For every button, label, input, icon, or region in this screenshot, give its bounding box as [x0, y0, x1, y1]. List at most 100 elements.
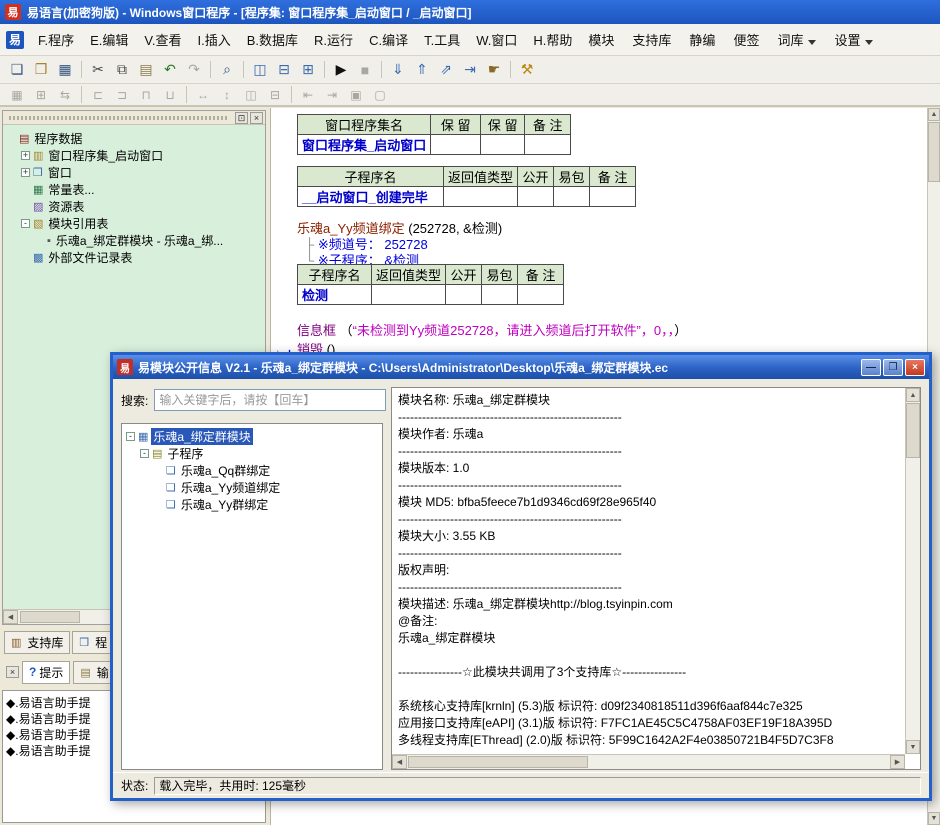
- tree-item[interactable]: ▤ 程序数据: [5, 130, 263, 147]
- tree-item[interactable]: ❏ 乐魂a_Qq群绑定: [124, 462, 380, 479]
- menu-item-right[interactable]: 模块: [580, 25, 622, 54]
- menu-item-right[interactable]: 支持库: [624, 25, 679, 54]
- table-cell[interactable]: 窗口程序集_启动窗口: [296, 134, 432, 155]
- menu-item-right[interactable]: 静编: [681, 25, 723, 54]
- code-line-msgbox[interactable]: 信息框 （“未检测到Yy频道252728，请进入频道后打开软件”，0，，）: [297, 320, 687, 338]
- module-info-panel[interactable]: 模块名称: 乐魂a_绑定群模块 -------------------------…: [391, 387, 921, 770]
- tree-item[interactable]: ▪ 乐魂a_绑定群模块 - 乐魂a_绑...: [5, 232, 263, 249]
- search-input[interactable]: [154, 389, 387, 411]
- scroll-thumb[interactable]: [906, 403, 920, 458]
- menu-item-right[interactable]: 词库: [769, 25, 824, 54]
- step-into-button[interactable]: ⇓: [386, 59, 410, 80]
- menu-item[interactable]: W.窗口: [468, 25, 525, 54]
- table-cell[interactable]: 检测: [297, 284, 372, 305]
- menu-item-right[interactable]: 设置: [826, 25, 881, 54]
- table-cell[interactable]: [445, 284, 483, 305]
- menu-item[interactable]: R.运行: [306, 25, 361, 54]
- tree-item[interactable]: ▨ 资源表: [5, 198, 263, 215]
- table-cell[interactable]: [370, 284, 447, 305]
- dock-pin-button[interactable]: ⊡: [235, 111, 248, 124]
- tree-item[interactable]: - ▦ 乐魂a_绑定群模块: [124, 428, 380, 445]
- tree-item[interactable]: ❏ 乐魂a_Yy群绑定: [124, 496, 380, 513]
- panel-close-button[interactable]: ×: [250, 111, 263, 124]
- scroll-thumb[interactable]: [20, 611, 80, 623]
- find-button[interactable]: ⌕: [215, 59, 239, 80]
- view-form-button[interactable]: ⊞: [296, 59, 320, 80]
- pan-hand-button[interactable]: ☛: [482, 59, 506, 80]
- menu-item[interactable]: V.查看: [136, 25, 189, 54]
- info-vscrollbar[interactable]: ▲ ▼: [905, 388, 920, 754]
- drag-grip[interactable]: [9, 115, 229, 120]
- step-over-button[interactable]: ⇑: [410, 59, 434, 80]
- scroll-right-button[interactable]: ▶: [890, 755, 905, 769]
- dialog-titlebar[interactable]: 易 易模块公开信息 V2.1 - 乐魂a_绑定群模块 - C:\Users\Ad…: [113, 355, 929, 379]
- table-cell[interactable]: [481, 284, 519, 305]
- toolbar-separator: [243, 61, 244, 78]
- hint-close-button[interactable]: ×: [6, 666, 19, 678]
- new-button[interactable]: ❏: [5, 59, 29, 80]
- code-line-module-call[interactable]: 乐魂a_Yy频道绑定 (252728, &检测): [297, 218, 502, 236]
- table-cell[interactable]: [517, 186, 555, 207]
- tab-project[interactable]: ❒ 程: [72, 630, 115, 654]
- titlebar[interactable]: 易 易语言(加密狗版) - Windows窗口程序 - [程序集: 窗口程序集_…: [0, 0, 940, 24]
- run-button[interactable]: ▶: [329, 59, 353, 80]
- tree-expander[interactable]: +: [21, 151, 30, 160]
- scroll-left-button[interactable]: ◀: [3, 610, 18, 624]
- view-code-button[interactable]: ◫: [248, 59, 272, 80]
- menu-item-right[interactable]: 便签: [725, 25, 767, 54]
- scroll-left-button[interactable]: ◀: [392, 755, 407, 769]
- table-header-cell: 子程序名: [297, 264, 372, 285]
- tab-support-library[interactable]: ▥ 支持库: [4, 630, 71, 654]
- table-cell[interactable]: [553, 186, 591, 207]
- maximize-button[interactable]: ❐: [883, 358, 903, 376]
- tree-item[interactable]: ▩ 外部文件记录表: [5, 249, 263, 266]
- code-comment-channel[interactable]: ├ ※频道号： 252728: [305, 234, 428, 252]
- tree-item[interactable]: + ▥ 窗口程序集_启动窗口: [5, 147, 263, 164]
- tab-hint[interactable]: ? 提示: [22, 660, 71, 684]
- menu-item[interactable]: C.编译: [361, 25, 416, 54]
- tree-expander[interactable]: -: [140, 449, 149, 458]
- menu-item[interactable]: F.程序: [30, 25, 82, 54]
- table-cell[interactable]: [480, 134, 526, 155]
- minimize-button[interactable]: —: [861, 358, 881, 376]
- tree-expander[interactable]: -: [21, 219, 30, 228]
- step-out-button[interactable]: ⇗: [434, 59, 458, 80]
- tree-item[interactable]: ▦ 常量表...: [5, 181, 263, 198]
- window-title: 易语言(加密狗版) - Windows窗口程序 - [程序集: 窗口程序集_启动…: [27, 5, 472, 20]
- menu-item[interactable]: H.帮助: [525, 25, 580, 54]
- table-cell[interactable]: __启动窗口_创建完毕: [297, 186, 444, 207]
- menu-item[interactable]: I.插入: [190, 25, 239, 54]
- menu-item[interactable]: E.编辑: [82, 25, 136, 54]
- paste-button[interactable]: ▤: [134, 59, 158, 80]
- tree-item[interactable]: - ▤ 子程序: [124, 445, 380, 462]
- save-button[interactable]: ▦: [53, 59, 77, 80]
- menu-item[interactable]: T.工具: [416, 25, 468, 54]
- copy-button[interactable]: ⧉: [110, 59, 134, 80]
- open-button[interactable]: ❒: [29, 59, 53, 80]
- tree-item[interactable]: ❏ 乐魂a_Yy频道绑定: [124, 479, 380, 496]
- undo-button[interactable]: ↶: [158, 59, 182, 80]
- view-split-button[interactable]: ⊟: [272, 59, 296, 80]
- tree-expander[interactable]: +: [21, 168, 30, 177]
- run-to-cursor-button[interactable]: ⇥: [458, 59, 482, 80]
- scroll-up-button[interactable]: ▲: [906, 388, 920, 402]
- tree-item[interactable]: + ❒ 窗口: [5, 164, 263, 181]
- table-cell[interactable]: [589, 186, 637, 207]
- table-cell[interactable]: [524, 134, 572, 155]
- table-cell[interactable]: [517, 284, 565, 305]
- info-hscrollbar[interactable]: ◀ ▶: [392, 754, 905, 769]
- scroll-down-button[interactable]: ▼: [906, 740, 920, 754]
- scroll-thumb[interactable]: [408, 756, 588, 768]
- menu-item[interactable]: B.数据库: [239, 25, 306, 54]
- close-button[interactable]: ×: [905, 358, 925, 376]
- tree-expander[interactable]: -: [126, 432, 135, 441]
- msgbox-name: 信息框: [297, 323, 337, 338]
- scroll-up-button[interactable]: ▲: [928, 108, 940, 121]
- table-cell[interactable]: [442, 186, 519, 207]
- tree-item[interactable]: - ▧ 模块引用表: [5, 215, 263, 232]
- cut-button[interactable]: ✂: [86, 59, 110, 80]
- scroll-thumb[interactable]: [928, 122, 940, 182]
- table-cell[interactable]: [430, 134, 482, 155]
- scroll-down-button[interactable]: ▼: [928, 812, 940, 825]
- static-compile-button[interactable]: ⚒: [515, 59, 539, 80]
